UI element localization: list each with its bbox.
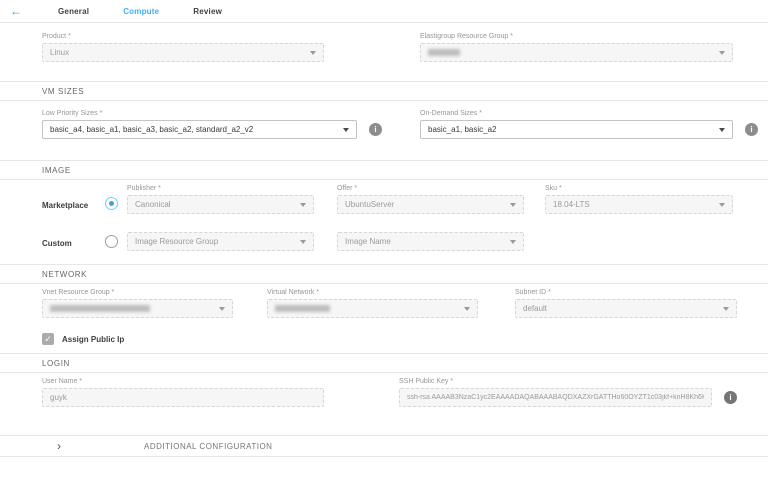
additional-configuration-toggle[interactable]: › ADDITIONAL CONFIGURATION bbox=[0, 435, 768, 457]
network-header: NETWORK bbox=[42, 270, 87, 279]
chevron-down-icon bbox=[300, 240, 306, 244]
low-priority-sizes-value: basic_a4, basic_a1, basic_a3, basic_a2, … bbox=[50, 125, 253, 134]
vm-sizes-row: Low Priority Sizes * basic_a4, basic_a1,… bbox=[0, 110, 768, 139]
offer-select: UbuntuServer bbox=[337, 195, 524, 214]
user-name-input: guyk bbox=[42, 388, 324, 407]
vnet-resource-group-select bbox=[42, 299, 233, 318]
product-row: Product * Linux Elastigroup Resource Gro… bbox=[0, 33, 768, 62]
info-icon[interactable]: i bbox=[724, 391, 737, 404]
publisher-value: Canonical bbox=[135, 200, 171, 209]
info-icon[interactable]: i bbox=[369, 123, 382, 136]
subnet-id-value: default bbox=[523, 304, 547, 313]
marketplace-row: Marketplace Publisher * Canonical Offer … bbox=[0, 185, 768, 214]
product-value: Linux bbox=[50, 48, 69, 57]
section-network: NETWORK bbox=[0, 264, 768, 284]
image-name-placeholder: Image Name bbox=[345, 237, 391, 246]
sku-value: 18.04-LTS bbox=[553, 200, 590, 209]
publisher-label: Publisher * bbox=[127, 185, 314, 192]
tab-review[interactable]: Review bbox=[193, 7, 222, 16]
compute-form-page: ← General Compute Review Product * Linux… bbox=[0, 0, 768, 483]
on-demand-sizes-value: basic_a1, basic_a2 bbox=[428, 125, 497, 134]
custom-label: Custom bbox=[42, 235, 105, 248]
chevron-down-icon bbox=[719, 203, 725, 207]
image-resource-group-select: Image Resource Group bbox=[127, 232, 314, 251]
section-image: IMAGE bbox=[0, 160, 768, 180]
elastigroup-resource-group-select bbox=[420, 43, 733, 62]
custom-row: Custom Image Resource Group Image Name bbox=[0, 232, 768, 251]
sku-select: 18.04-LTS bbox=[545, 195, 733, 214]
wizard-tab-bar: ← General Compute Review bbox=[0, 0, 768, 23]
chevron-down-icon bbox=[310, 51, 316, 55]
tab-general[interactable]: General bbox=[58, 7, 89, 16]
redacted-value bbox=[50, 305, 150, 312]
chevron-down-icon bbox=[510, 240, 516, 244]
virtual-network-label: Virtual Network * bbox=[267, 289, 478, 296]
chevron-down-icon bbox=[219, 307, 225, 311]
on-demand-sizes-label: On-Demand Sizes * bbox=[420, 110, 733, 117]
chevron-down-icon bbox=[719, 51, 725, 55]
additional-configuration-label: ADDITIONAL CONFIGURATION bbox=[144, 442, 272, 451]
product-select: Linux bbox=[42, 43, 324, 62]
offer-value: UbuntuServer bbox=[345, 200, 394, 209]
image-name-select: Image Name bbox=[337, 232, 524, 251]
assign-public-ip-checkbox[interactable]: ✓ bbox=[42, 333, 54, 345]
assign-public-ip-label: Assign Public Ip bbox=[62, 335, 124, 344]
section-vm-sizes: VM SIZES bbox=[0, 81, 768, 101]
chevron-down-icon bbox=[723, 307, 729, 311]
on-demand-sizes-select[interactable]: basic_a1, basic_a2 bbox=[420, 120, 733, 139]
custom-radio[interactable] bbox=[105, 235, 118, 248]
ssh-public-key-value: ssh-rsa AAAAB3NzaC1yc2EAAAADAQABAAABAQDX… bbox=[407, 394, 704, 401]
product-label: Product * bbox=[42, 33, 324, 40]
redacted-value bbox=[428, 49, 460, 56]
login-header: LOGIN bbox=[42, 359, 70, 368]
subnet-id-select: default bbox=[515, 299, 737, 318]
login-row: User Name * guyk SSH Public Key * ssh-rs… bbox=[0, 378, 768, 407]
network-row: Vnet Resource Group * Virtual Network * … bbox=[0, 289, 768, 318]
vm-sizes-header: VM SIZES bbox=[42, 87, 84, 96]
chevron-down-icon bbox=[343, 128, 349, 132]
marketplace-radio[interactable] bbox=[105, 197, 118, 210]
info-icon[interactable]: i bbox=[745, 123, 758, 136]
assign-public-ip-row: ✓ Assign Public Ip bbox=[0, 333, 768, 345]
low-priority-sizes-select[interactable]: basic_a4, basic_a1, basic_a3, basic_a2, … bbox=[42, 120, 357, 139]
publisher-select: Canonical bbox=[127, 195, 314, 214]
chevron-down-icon bbox=[300, 203, 306, 207]
subnet-id-label: Subnet ID * bbox=[515, 289, 737, 296]
offer-label: Offer * bbox=[337, 185, 524, 192]
vnet-resource-group-label: Vnet Resource Group * bbox=[42, 289, 233, 296]
section-login: LOGIN bbox=[0, 353, 768, 373]
user-name-value: guyk bbox=[50, 393, 67, 402]
sku-label: Sku * bbox=[545, 185, 733, 192]
tab-compute[interactable]: Compute bbox=[123, 7, 159, 16]
elastigroup-resource-group-label: Elastigroup Resource Group * bbox=[420, 33, 733, 40]
ssh-public-key-input: ssh-rsa AAAAB3NzaC1yc2EAAAADAQABAAABAQDX… bbox=[399, 388, 712, 407]
image-resource-group-placeholder: Image Resource Group bbox=[135, 237, 218, 246]
virtual-network-select bbox=[267, 299, 478, 318]
chevron-right-icon: › bbox=[57, 440, 61, 452]
low-priority-sizes-label: Low Priority Sizes * bbox=[42, 110, 357, 117]
marketplace-label: Marketplace bbox=[42, 197, 105, 210]
user-name-label: User Name * bbox=[42, 378, 324, 385]
redacted-value bbox=[275, 305, 330, 312]
chevron-down-icon bbox=[464, 307, 470, 311]
ssh-public-key-label: SSH Public Key * bbox=[399, 378, 712, 385]
back-arrow-icon[interactable]: ← bbox=[10, 5, 22, 17]
chevron-down-icon bbox=[510, 203, 516, 207]
chevron-down-icon bbox=[719, 128, 725, 132]
image-header: IMAGE bbox=[42, 166, 71, 175]
